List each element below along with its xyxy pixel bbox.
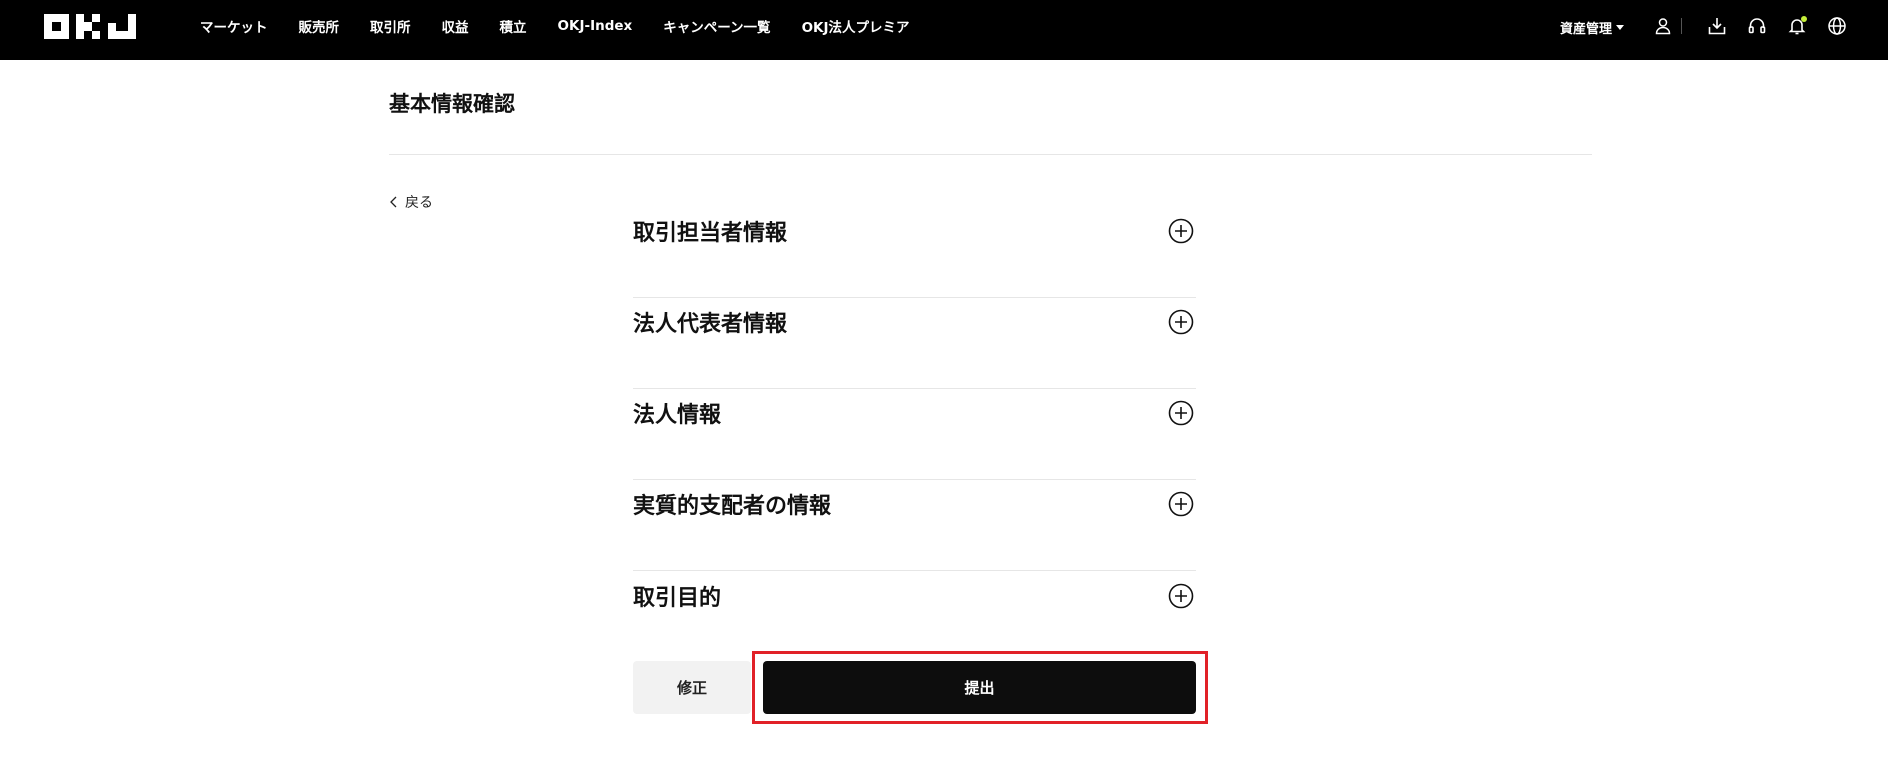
section-trading-purpose[interactable]: 取引目的: [633, 571, 1196, 662]
user-icon[interactable]: [1653, 16, 1673, 36]
main-navigation: マーケット 販売所 取引所 収益 積立 OKJ-Index キャンペーン一覧 O…: [200, 0, 941, 52]
section-label: 実質的支配者の情報: [633, 494, 832, 519]
expand-plus-icon[interactable]: [1168, 218, 1194, 244]
section-label: 法人代表者情報: [633, 312, 788, 337]
nav-item-savings[interactable]: 積立: [500, 16, 527, 36]
nav-item-campaigns[interactable]: キャンペーン一覧: [663, 16, 770, 36]
nav-item-exchange[interactable]: 取引所: [370, 16, 411, 36]
edit-button[interactable]: 修正: [633, 661, 751, 714]
title-divider: [389, 154, 1592, 155]
section-beneficial-owner[interactable]: 実質的支配者の情報: [633, 480, 1196, 571]
section-label: 取引目的: [633, 585, 722, 611]
expand-plus-icon[interactable]: [1168, 400, 1194, 426]
section-label: 取引担当者情報: [633, 221, 788, 246]
back-link[interactable]: 戻る: [389, 192, 433, 212]
info-sections-accordion: 取引担当者情報 法人代表者情報 法人情報 実質的支配者の情報 取引目的: [633, 207, 1196, 662]
nav-item-sales[interactable]: 販売所: [299, 16, 340, 36]
back-label: 戻る: [405, 195, 433, 211]
notification-bell-icon[interactable]: [1787, 16, 1807, 36]
asset-management-label: 資産管理: [1560, 22, 1613, 37]
expand-plus-icon[interactable]: [1168, 491, 1194, 517]
nav-item-market[interactable]: マーケット: [200, 16, 268, 36]
section-label: 法人情報: [633, 403, 722, 428]
submit-button[interactable]: 提出: [763, 661, 1196, 714]
top-navigation-bar: マーケット 販売所 取引所 収益 積立 OKJ-Index キャンペーン一覧 O…: [0, 0, 1888, 60]
section-corporate-info[interactable]: 法人情報: [633, 389, 1196, 480]
nav-item-okj-index[interactable]: OKJ-Index: [558, 18, 633, 34]
asset-management-menu[interactable]: 資産管理: [1560, 18, 1625, 37]
chevron-left-icon: [390, 196, 397, 208]
support-headset-icon[interactable]: [1747, 16, 1767, 36]
expand-plus-icon[interactable]: [1168, 309, 1194, 335]
nav-item-earn[interactable]: 収益: [442, 16, 469, 36]
okj-logo[interactable]: [44, 14, 136, 39]
notification-dot: [1801, 16, 1807, 22]
caret-down-icon: [1616, 25, 1625, 30]
section-trading-representative[interactable]: 取引担当者情報: [633, 207, 1196, 298]
header-divider: [1681, 18, 1682, 34]
expand-plus-icon[interactable]: [1168, 583, 1194, 609]
download-icon[interactable]: [1707, 16, 1727, 36]
page-title: 基本情報確認: [389, 92, 515, 116]
globe-icon[interactable]: [1827, 16, 1847, 36]
nav-item-corporate-premier[interactable]: OKJ法人プレミア: [802, 16, 910, 36]
section-corporate-representative[interactable]: 法人代表者情報: [633, 298, 1196, 389]
